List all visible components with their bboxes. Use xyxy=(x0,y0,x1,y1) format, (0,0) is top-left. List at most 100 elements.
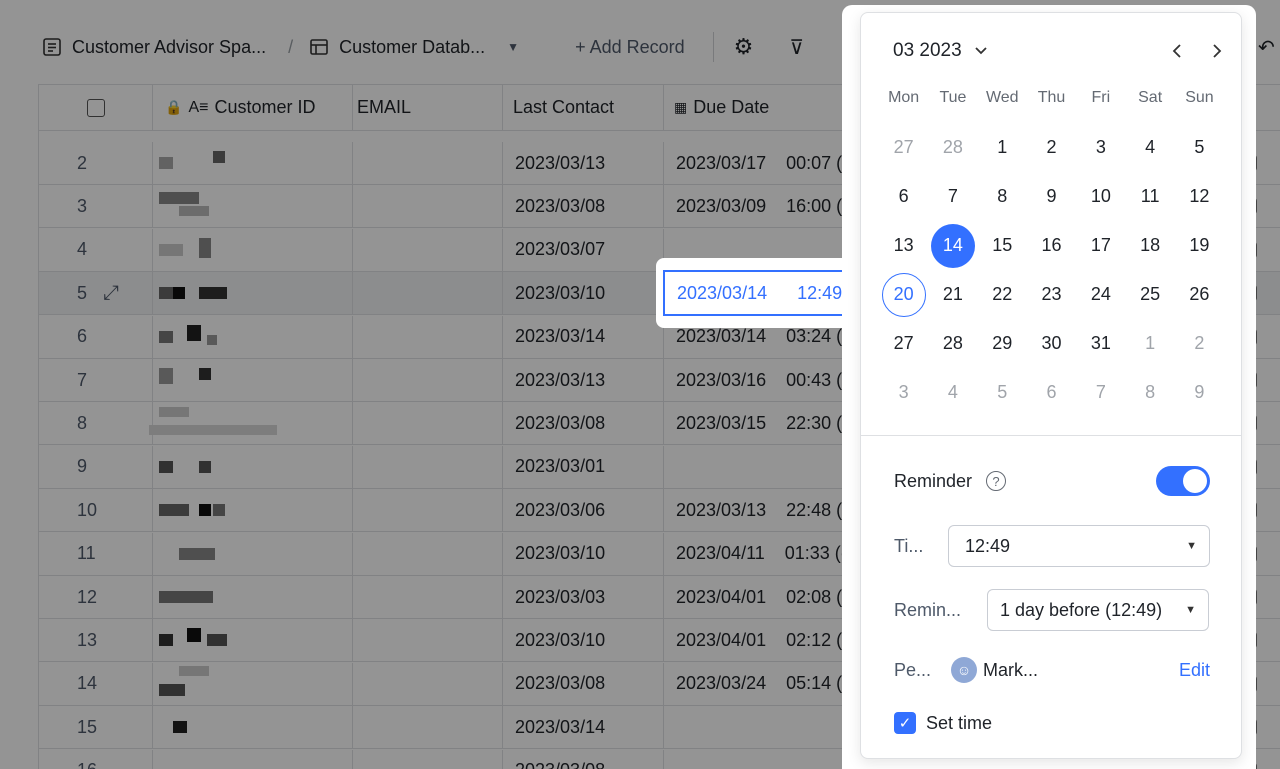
previous-month-icon[interactable] xyxy=(1171,43,1183,59)
calendar-day-number: 21 xyxy=(942,284,963,304)
weekday-label: Wed xyxy=(985,89,1019,106)
help-icon[interactable]: ? xyxy=(986,471,1007,491)
month-selector[interactable]: 03 2023 xyxy=(893,40,988,62)
calendar-day-number: 2 xyxy=(1194,333,1205,353)
calendar-day[interactable]: 27 xyxy=(879,123,928,172)
month-label: 03 2023 xyxy=(893,40,962,61)
calendar-day-number: 31 xyxy=(1090,333,1111,353)
weekday-label: Mon xyxy=(888,89,920,106)
calendar-day-number: 22 xyxy=(992,284,1013,304)
calendar-day[interactable]: 25 xyxy=(1125,270,1174,319)
calendar-day[interactable]: 8 xyxy=(978,172,1027,221)
calendar-day-number: 19 xyxy=(1189,235,1210,255)
active-cell-time: 12:49 xyxy=(797,282,843,303)
calendar-day[interactable]: 9 xyxy=(1175,368,1224,417)
calendar-day-number: 4 xyxy=(947,382,958,402)
chevron-down-icon xyxy=(975,47,987,55)
calendar-day[interactable]: 19 xyxy=(1175,221,1224,270)
calendar-day[interactable]: 4 xyxy=(1125,123,1174,172)
person-value: Mark... xyxy=(983,659,1039,680)
calendar-day[interactable]: 2 xyxy=(1027,123,1076,172)
calendar-day[interactable]: 5 xyxy=(1175,123,1224,172)
calendar-day-number: 29 xyxy=(992,333,1013,353)
calendar-day-number: 6 xyxy=(898,186,909,206)
time-label: Ti... xyxy=(894,535,924,556)
calendar-day[interactable]: 1 xyxy=(978,123,1027,172)
calendar-day-number: 11 xyxy=(1140,186,1160,206)
calendar-day[interactable]: 4 xyxy=(928,368,977,417)
remind-label: Remin... xyxy=(894,599,962,620)
calendar-day[interactable]: 3 xyxy=(879,368,928,417)
calendar-day[interactable]: 29 xyxy=(978,319,1027,368)
calendar-day-number: 18 xyxy=(1140,235,1161,255)
calendar-day[interactable]: 5 xyxy=(978,368,1027,417)
calendar-day[interactable]: 3 xyxy=(1076,123,1125,172)
edit-person-link[interactable]: Edit xyxy=(1179,660,1210,681)
calendar-day-number: 5 xyxy=(997,382,1008,402)
calendar-day-number: 3 xyxy=(1095,137,1106,157)
calendar-day[interactable]: 7 xyxy=(928,172,977,221)
reminder-toggle[interactable] xyxy=(1156,466,1210,496)
calendar-day-number: 1 xyxy=(997,137,1008,157)
weekday-label: Sat xyxy=(1138,89,1163,106)
calendar-day[interactable]: 11 xyxy=(1125,172,1174,221)
calendar-day[interactable]: 16 xyxy=(1027,221,1076,270)
calendar-day[interactable]: 31 xyxy=(1076,319,1125,368)
calendar-day-number: 20 xyxy=(881,272,926,317)
active-due-date-cell[interactable]: 2023/03/14 12:49 xyxy=(656,258,866,328)
calendar-day-number: 26 xyxy=(1189,284,1210,304)
user-avatar-icon: ☺ xyxy=(951,657,978,683)
calendar-day[interactable]: 9 xyxy=(1027,172,1076,221)
calendar-day-number: 12 xyxy=(1189,186,1210,206)
calendar-day-number: 9 xyxy=(1046,186,1057,206)
calendar-day-number: 28 xyxy=(942,137,963,157)
calendar-day-number: 13 xyxy=(893,235,914,255)
calendar-day[interactable]: 24 xyxy=(1076,270,1125,319)
calendar-day[interactable]: 7 xyxy=(1076,368,1125,417)
person-row: Pe... ☺ Mark... Edit xyxy=(894,655,1210,685)
weekday-header: Mon Tue Wed Thu Fri Sat Sun xyxy=(879,89,1225,107)
calendar-day[interactable]: 1 xyxy=(1125,319,1174,368)
calendar-day-number: 14 xyxy=(930,223,975,268)
remind-select[interactable]: 1 day before (12:49) ▼ xyxy=(987,589,1209,631)
calendar-day[interactable]: 23 xyxy=(1027,270,1076,319)
time-select-value: 12:49 xyxy=(965,535,1011,556)
calendar-day-number: 10 xyxy=(1090,186,1111,206)
calendar-day[interactable]: 12 xyxy=(1175,172,1224,221)
calendar-day-today[interactable]: 20 xyxy=(879,270,928,319)
calendar-day-number: 3 xyxy=(898,382,909,402)
time-select[interactable]: 12:49 ▼ xyxy=(948,525,1210,567)
calendar-day-number: 30 xyxy=(1041,333,1062,353)
reminder-row: Reminder ? xyxy=(894,465,1210,497)
calendar-day[interactable]: 22 xyxy=(978,270,1027,319)
popup-divider xyxy=(861,435,1241,436)
calendar-day-number: 24 xyxy=(1090,284,1111,304)
calendar-day[interactable]: 30 xyxy=(1027,319,1076,368)
calendar-day[interactable]: 28 xyxy=(928,319,977,368)
calendar-day[interactable]: 28 xyxy=(928,123,977,172)
calendar-day[interactable]: 6 xyxy=(1027,368,1076,417)
next-month-icon[interactable] xyxy=(1211,43,1223,59)
remind-select-value: 1 day before (12:49) xyxy=(1000,599,1163,620)
calendar-day[interactable]: 27 xyxy=(879,319,928,368)
calendar-day-number: 1 xyxy=(1145,333,1156,353)
date-picker-popup: 03 2023 Mon Tue Wed Thu Fri Sat Sun 27 28 1 2 3 4 5 6… xyxy=(860,12,1242,759)
set-time-row[interactable]: ✓ Set time xyxy=(894,708,1210,738)
calendar-day[interactable]: 6 xyxy=(879,172,928,221)
calendar-day-number: 15 xyxy=(992,235,1013,255)
calendar-day-number: 4 xyxy=(1145,137,1156,157)
calendar-day[interactable]: 13 xyxy=(879,221,928,270)
weekday-label: Fri xyxy=(1091,89,1111,106)
calendar-day[interactable]: 10 xyxy=(1076,172,1125,221)
calendar-day[interactable]: 8 xyxy=(1125,368,1174,417)
calendar-day[interactable]: 15 xyxy=(978,221,1027,270)
calendar-day[interactable]: 26 xyxy=(1175,270,1224,319)
reminder-label: Reminder xyxy=(894,470,973,491)
calendar-day[interactable]: 17 xyxy=(1076,221,1125,270)
set-time-checkbox[interactable]: ✓ xyxy=(894,712,916,734)
calendar-day-selected[interactable]: 14 xyxy=(928,221,977,270)
calendar-day[interactable]: 21 xyxy=(928,270,977,319)
calendar-day[interactable]: 2 xyxy=(1175,319,1224,368)
calendar-day-number: 16 xyxy=(1041,235,1062,255)
calendar-day[interactable]: 18 xyxy=(1125,221,1174,270)
